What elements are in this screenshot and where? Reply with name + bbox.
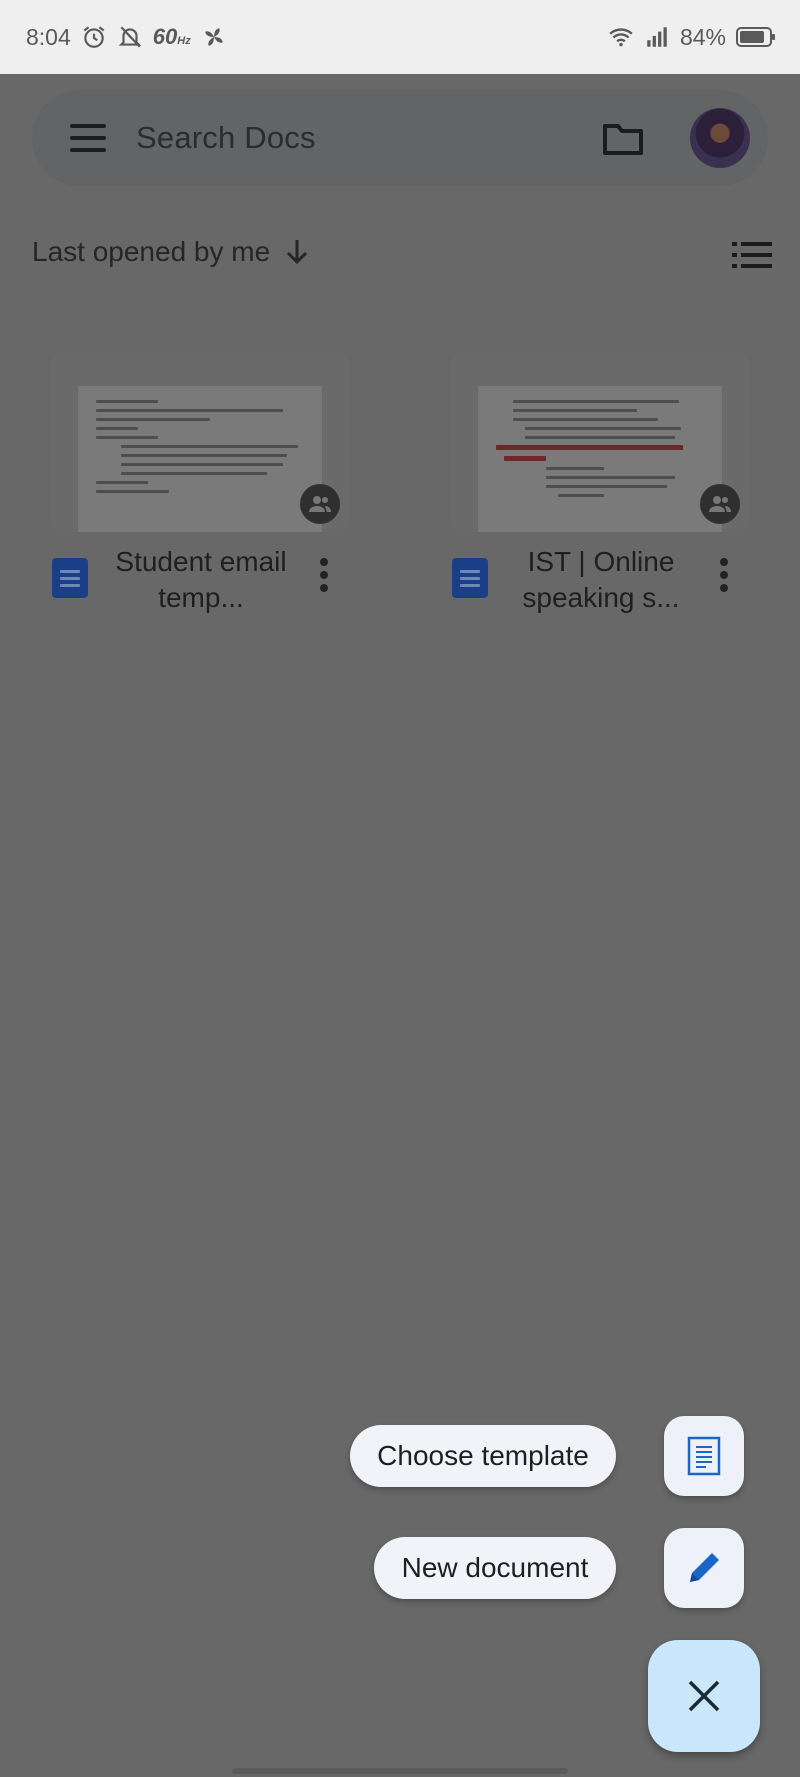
status-time: 8:04 bbox=[26, 23, 71, 50]
silent-icon bbox=[118, 26, 142, 48]
alarm-icon bbox=[83, 26, 105, 48]
close-icon bbox=[688, 1680, 720, 1712]
account-avatar[interactable] bbox=[690, 108, 750, 168]
new-document-label[interactable]: New document bbox=[374, 1537, 616, 1599]
hamburger-menu-icon[interactable] bbox=[70, 124, 106, 152]
pencil-icon bbox=[690, 1553, 719, 1582]
document-title[interactable]: IST | Online speaking s... bbox=[506, 544, 696, 616]
document-meta: IST | Online speaking s... bbox=[450, 544, 750, 634]
more-options-icon[interactable] bbox=[320, 558, 330, 594]
refresh-rate: 60Hz bbox=[153, 24, 191, 50]
home-indicator[interactable] bbox=[232, 1768, 568, 1774]
wifi-icon bbox=[609, 28, 633, 47]
status-left: 8:04 60Hz bbox=[26, 24, 227, 51]
document-title[interactable]: Student email temp... bbox=[106, 544, 296, 616]
docs-file-icon bbox=[452, 558, 488, 598]
document-card[interactable]: IST | Online speaking s... bbox=[450, 352, 750, 634]
arrow-down-icon bbox=[287, 240, 308, 265]
sort-selector[interactable]: Last opened by me bbox=[32, 236, 310, 268]
template-icon bbox=[687, 1436, 721, 1476]
choose-template-button[interactable] bbox=[664, 1416, 744, 1496]
signal-icon bbox=[647, 27, 667, 47]
shared-icon bbox=[700, 484, 740, 524]
folder-icon[interactable] bbox=[602, 118, 644, 158]
document-thumbnail[interactable] bbox=[450, 352, 750, 532]
more-options-icon[interactable] bbox=[720, 558, 730, 594]
status-right: 84% bbox=[608, 24, 776, 51]
shared-icon bbox=[300, 484, 340, 524]
list-view-icon[interactable] bbox=[732, 242, 772, 268]
status-bar: 8:04 60Hz 84% bbox=[0, 0, 800, 74]
thumbnail-page bbox=[478, 386, 722, 532]
choose-template-label[interactable]: Choose template bbox=[350, 1425, 616, 1487]
refresh-rate-value: 60 bbox=[152, 24, 178, 49]
search-bar[interactable]: Search Docs bbox=[32, 90, 768, 186]
new-document-button[interactable] bbox=[664, 1528, 744, 1608]
document-card[interactable]: Student email temp... bbox=[50, 352, 350, 634]
document-thumbnail[interactable] bbox=[50, 352, 350, 532]
search-input[interactable]: Search Docs bbox=[136, 120, 316, 156]
sort-label: Last opened by me bbox=[32, 236, 271, 267]
docs-file-icon bbox=[52, 558, 88, 598]
battery-percent: 84% bbox=[679, 23, 726, 50]
battery-icon bbox=[736, 27, 775, 47]
close-fab-button[interactable] bbox=[648, 1640, 760, 1752]
fan-icon bbox=[205, 28, 223, 46]
thumbnail-page bbox=[78, 386, 322, 532]
refresh-rate-unit: Hz bbox=[177, 35, 191, 47]
document-meta: Student email temp... bbox=[50, 544, 350, 634]
